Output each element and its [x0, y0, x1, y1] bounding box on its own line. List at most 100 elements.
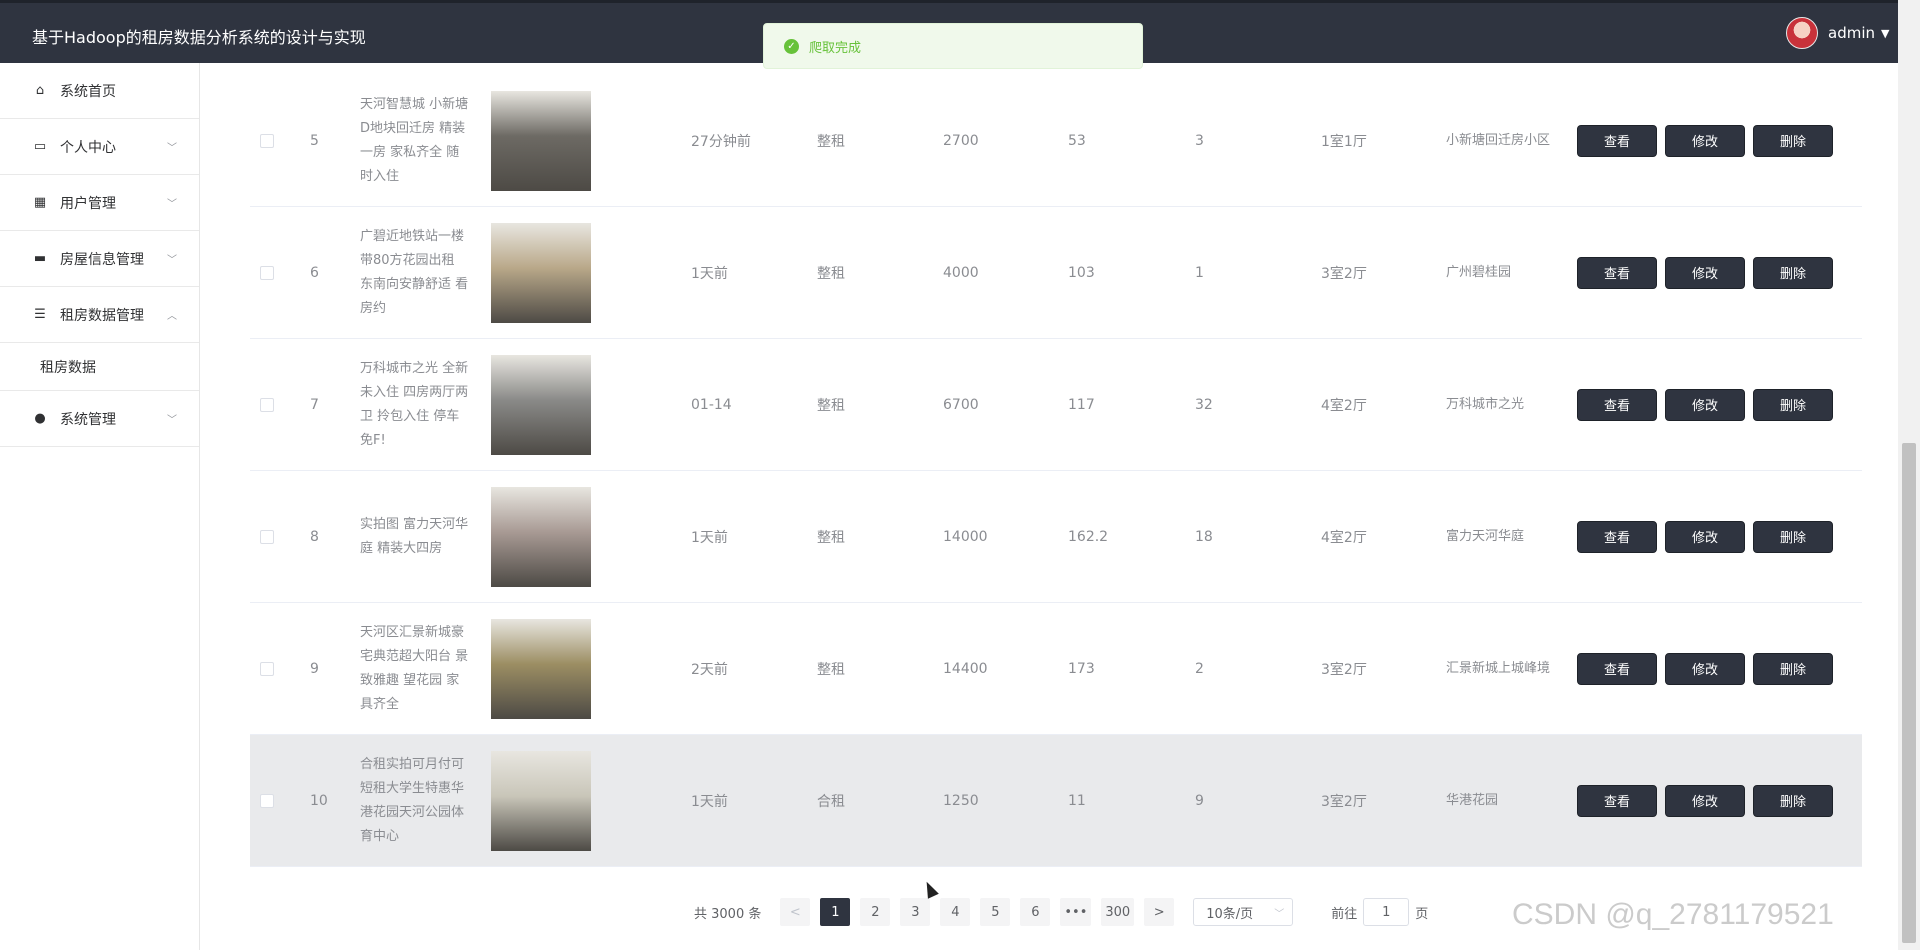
checkbox[interactable] [260, 133, 274, 148]
checkbox[interactable] [260, 661, 274, 676]
sidebar-item-house-info[interactable]: ▬ 房屋信息管理 ﹀ [0, 231, 199, 287]
rental-table: 5 天河智慧城 小新塘D地块回迁房 精装一房 家私齐全 随时入住 27分钟前 整… [250, 75, 1862, 867]
table-row: 6 广碧近地铁站一楼带80方花园出租 东南向安静舒适 看房约 1天前 整租 40… [250, 207, 1862, 339]
listing-title: 天河区汇景新城豪宅典范超大阳台 景致雅趣 望花园 家具齐全 [360, 603, 470, 734]
sidebar-item-system[interactable]: ● 系统管理 ﹀ [0, 391, 199, 447]
avatar[interactable] [1786, 17, 1818, 49]
edit-button[interactable]: 修改 [1665, 124, 1745, 157]
checkbox[interactable] [260, 265, 274, 280]
community: 万科城市之光 [1446, 396, 1525, 412]
publish-time: 1天前 [691, 265, 728, 282]
price: 14400 [943, 660, 988, 677]
community: 小新塘回迁房小区 [1446, 132, 1551, 148]
room-photo [491, 354, 591, 455]
delete-button[interactable]: 删除 [1753, 124, 1833, 157]
row-checkbox[interactable] [260, 735, 274, 866]
row-checkbox[interactable] [260, 339, 274, 470]
user-menu[interactable]: admin ▼ [1786, 17, 1889, 49]
table-row: 8 实拍图 富力天河华庭 精装大四房 1天前 整租 14000 162.2 18… [250, 471, 1862, 603]
page-button[interactable]: 1 [820, 898, 851, 926]
delete-button[interactable]: 删除 [1753, 388, 1833, 421]
view-button[interactable]: 查看 [1577, 784, 1657, 817]
grid-icon: ▦ [33, 195, 47, 210]
view-button[interactable]: 查看 [1577, 388, 1657, 421]
view-button[interactable]: 查看 [1577, 520, 1657, 553]
listing-title-text: 合租实拍可月付可短租大学生特惠华港花园天河公园体育中心 [360, 756, 465, 844]
row-number: 7 [310, 396, 319, 413]
page-size-value: 10条/页 [1206, 906, 1254, 922]
floor: 18 [1195, 528, 1213, 545]
more-pages-button[interactable]: ••• [1060, 898, 1092, 926]
scrollbar-thumb[interactable] [1902, 443, 1916, 943]
sidebar-item-personal[interactable]: ▭ 个人中心 ﹀ [0, 119, 199, 175]
prev-page-button[interactable]: < [780, 898, 811, 926]
page-button[interactable]: 3 [900, 898, 931, 926]
floor: 32 [1195, 396, 1213, 413]
page-button[interactable]: 2 [860, 898, 891, 926]
row-checkbox[interactable] [260, 471, 274, 602]
edit-button[interactable]: 修改 [1665, 520, 1745, 553]
sidebar-item-home[interactable]: ⌂ 系统首页 [0, 63, 199, 119]
edit-button[interactable]: 修改 [1665, 256, 1745, 289]
check-circle-icon: ✓ [784, 38, 799, 54]
view-button[interactable]: 查看 [1577, 256, 1657, 289]
delete-button[interactable]: 删除 [1753, 652, 1833, 685]
row-actions: 查看 修改 删除 [1577, 207, 1847, 338]
page-button[interactable]: 4 [940, 898, 971, 926]
area: 11 [1068, 792, 1086, 809]
sidebar-item-users[interactable]: ▦ 用户管理 ﹀ [0, 175, 199, 231]
listing-title-text: 广碧近地铁站一楼带80方花园出租 东南向安静舒适 看房约 [360, 228, 469, 316]
sliders-icon: ☰ [34, 307, 46, 322]
floor: 3 [1195, 132, 1204, 149]
community: 华港花园 [1446, 792, 1499, 808]
publish-time: 27分钟前 [691, 133, 751, 150]
layout: 3室2厅 [1321, 265, 1367, 282]
page-button[interactable]: 300 [1101, 898, 1135, 926]
page-button[interactable]: 6 [1020, 898, 1051, 926]
publish-time: 1天前 [691, 529, 728, 546]
monitor-icon: ▬ [33, 251, 47, 266]
sidebar-item-rental-data[interactable]: ☰ 租房数据管理 ︿ [0, 287, 199, 343]
goto-page-input[interactable] [1363, 898, 1410, 926]
row-checkbox[interactable] [260, 75, 274, 206]
sidebar-item-label: 个人中心 [60, 139, 116, 156]
floor: 9 [1195, 792, 1204, 809]
room-photo [491, 222, 591, 323]
delete-button[interactable]: 删除 [1753, 520, 1833, 553]
listing-title-text: 天河智慧城 小新塘D地块回迁房 精装一房 家私齐全 随时入住 [360, 96, 469, 184]
checkbox[interactable] [260, 529, 274, 544]
checkbox[interactable] [260, 397, 274, 412]
user-name[interactable]: admin [1828, 24, 1875, 42]
floor: 2 [1195, 660, 1204, 677]
listing-title: 广碧近地铁站一楼带80方花园出租 东南向安静舒适 看房约 [360, 207, 470, 338]
sidebar-subitem-rental-data[interactable]: 租房数据 [0, 343, 199, 391]
edit-button[interactable]: 修改 [1665, 388, 1745, 421]
listing-image [491, 207, 591, 338]
table-row: 9 天河区汇景新城豪宅典范超大阳台 景致雅趣 望花园 家具齐全 2天前 整租 1… [250, 603, 1862, 735]
price: 1250 [943, 792, 979, 809]
checkbox[interactable] [260, 793, 274, 808]
price: 6700 [943, 396, 979, 413]
caret-down-icon[interactable]: ▼ [1881, 27, 1889, 40]
room-photo [491, 486, 591, 587]
rent-type: 合租 [817, 793, 845, 810]
community: 富力天河华庭 [1446, 528, 1525, 544]
layout: 4室2厅 [1321, 529, 1367, 546]
next-page-button[interactable]: > [1144, 898, 1175, 926]
delete-button[interactable]: 删除 [1753, 256, 1833, 289]
chevron-down-icon: ﹀ [167, 415, 177, 426]
layout: 1室1厅 [1321, 133, 1367, 150]
row-actions: 查看 修改 删除 [1577, 75, 1847, 206]
view-button[interactable]: 查看 [1577, 124, 1657, 157]
edit-button[interactable]: 修改 [1665, 652, 1745, 685]
app-title: 基于Hadoop的租房数据分析系统的设计与实现 [32, 28, 366, 47]
publish-time: 2天前 [691, 661, 728, 678]
page-size-select[interactable]: 10条/页 ﹀ [1193, 898, 1294, 926]
row-checkbox[interactable] [260, 207, 274, 338]
delete-button[interactable]: 删除 [1753, 784, 1833, 817]
edit-button[interactable]: 修改 [1665, 784, 1745, 817]
row-checkbox[interactable] [260, 603, 274, 734]
view-button[interactable]: 查看 [1577, 652, 1657, 685]
row-number: 8 [310, 528, 319, 545]
page-button[interactable]: 5 [980, 898, 1011, 926]
